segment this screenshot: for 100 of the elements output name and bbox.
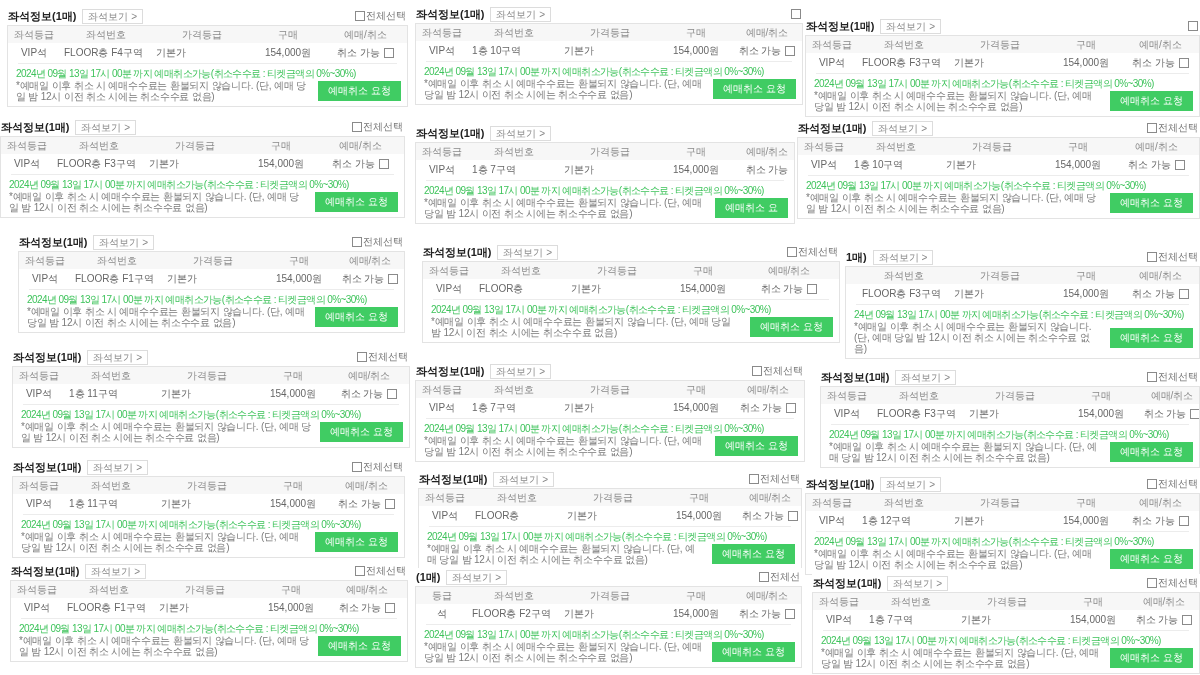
column-header: 가격등급 [174, 138, 216, 153]
cancel-request-button[interactable]: 예매취소 요청 [315, 532, 398, 552]
cancel-request-button[interactable]: 예매취소 요청 [318, 636, 401, 656]
seat-view-button[interactable]: 좌석보기 > [872, 249, 934, 265]
checkbox[interactable] [388, 274, 399, 284]
seat-view-button[interactable]: 좌석보기 > [880, 18, 942, 34]
table-cell-text: 1층 7구역 [868, 613, 914, 627]
checkbox[interactable] [352, 237, 362, 247]
table-cell-text: 기본가 [160, 497, 192, 511]
seat-view-button[interactable]: 좌석보기 > [497, 244, 559, 260]
cancel-request-button[interactable]: 예매취소 요 [715, 198, 788, 218]
cancel-request-button[interactable]: 예매취소 요청 [1110, 442, 1193, 462]
checkbox[interactable] [1178, 58, 1189, 68]
checkbox[interactable] [352, 462, 362, 472]
cancel-request-button[interactable]: 예매취소 요청 [318, 81, 401, 101]
checkbox[interactable] [1178, 289, 1189, 299]
seat-view-button[interactable]: 좌석보기 > [490, 363, 552, 379]
checkbox[interactable] [749, 474, 759, 484]
checkbox[interactable] [786, 403, 797, 413]
checkbox[interactable] [1147, 123, 1157, 133]
cancel-request-button[interactable]: 예매취소 요청 [750, 317, 833, 337]
table-cell: 취소 가능 [741, 509, 785, 523]
checkbox[interactable] [759, 572, 769, 582]
cancel-request-button[interactable]: 예매취소 요청 [1110, 648, 1193, 668]
checkbox[interactable] [807, 284, 818, 294]
seat-view-button[interactable]: 좌석보기 > [82, 8, 144, 24]
checkbox[interactable] [1174, 160, 1185, 170]
checkbox[interactable] [785, 609, 796, 619]
checkbox[interactable] [355, 11, 365, 21]
seat-view-button[interactable]: 좌석보기 > [87, 349, 149, 365]
seat-view-button[interactable]: 좌석보기 > [887, 575, 949, 591]
table-cell-text: FLOOR층 [478, 282, 525, 296]
table-cell: 취소 가능 [338, 497, 381, 511]
checkbox[interactable] [357, 352, 367, 362]
column-header: 예매/취소 [766, 263, 812, 278]
cancel-request-button[interactable]: 예매취소 요청 [1110, 549, 1193, 569]
seat-view-button[interactable]: 좌석보기 > [490, 125, 552, 141]
checkbox[interactable] [1190, 409, 1199, 419]
checkbox[interactable] [384, 499, 395, 509]
column-header: 구매 [1090, 388, 1112, 403]
seat-view-button[interactable]: 좌석보기 > [895, 369, 957, 385]
seat-view-button[interactable]: 좌석보기 > [87, 459, 149, 475]
refund-note: *예매일 이후 취소 시 예매수수료는 환불되지 않습니다. (단, 예매 당일 밤 12시 이전 취소 시에는 취소수수료 없음) [821, 647, 1100, 669]
table-cell-text: 기본가 [566, 509, 598, 523]
cancel-request-button[interactable]: 예매취소 요청 [1110, 193, 1193, 213]
table-cell-text: 기본가 [563, 401, 595, 415]
table-cell: 취소 가능 [1132, 56, 1175, 70]
cancel-request-button[interactable]: 예매취소 요청 [712, 642, 795, 662]
checkbox[interactable] [787, 247, 797, 257]
refund-note: *예매일 이후 취소 시 예매수수료는 환불되지 않습니다. (단, 예매 당일 밤 12시 이전 취소 시에는 취소수수료 없음) [829, 441, 1098, 463]
checkbox[interactable] [1147, 252, 1157, 262]
column-header: 좌석번호 [493, 25, 535, 40]
seat-view-button[interactable]: 좌석보기 > [93, 234, 155, 250]
seat-view-button[interactable]: 좌석보기 > [872, 120, 934, 136]
checkbox[interactable] [378, 159, 389, 169]
checkbox[interactable] [1178, 516, 1189, 526]
section-title: 좌석정보(1매) [798, 120, 867, 136]
checkbox[interactable] [355, 566, 365, 576]
checkbox[interactable] [785, 46, 796, 56]
column-header: 좌석등급 [421, 144, 463, 159]
column-header: 좌석등급 [803, 139, 845, 154]
checkbox[interactable] [752, 366, 762, 376]
checkbox[interactable] [352, 122, 362, 132]
checkbox[interactable] [788, 511, 799, 521]
cancel-request-button[interactable]: 예매취소 요청 [713, 79, 796, 99]
column-header: 좌석등급 [421, 25, 463, 40]
column-header: 가격등급 [971, 139, 1013, 154]
cancel-request-button[interactable]: 예매취소 요청 [715, 436, 798, 456]
table-cell-text: FLOOR층 F1구역 [66, 601, 147, 615]
seat-view-button[interactable]: 좌석보기 > [880, 476, 942, 492]
seat-view-button[interactable]: 좌석보기 > [85, 563, 147, 579]
refund-note: *예매일 이후 취소 시 예매수수료는 환불되지 않습니다. (단, 예매 당일 밤 12시 이전 취소 시에는 취소수수료 없음) [9, 191, 300, 213]
checkbox[interactable] [1182, 615, 1193, 625]
seat-view-button[interactable]: 좌석보기 > [490, 6, 552, 22]
cancel-request-button[interactable]: 예매취소 요청 [1110, 327, 1193, 348]
section-title: 좌석정보(1매) [419, 471, 488, 487]
cancel-request-button[interactable]: 예매취소 요청 [712, 544, 795, 564]
seat-view-button[interactable]: 좌석보기 > [446, 569, 508, 585]
table-cell-text: 154,000원 [1061, 287, 1111, 301]
column-header: 예매/취소 [338, 138, 383, 153]
column-header: 좌석등급 [6, 138, 48, 153]
table-cell: 취소 가능 [745, 163, 789, 177]
cancel-request-button[interactable]: 예매취소 요청 [315, 192, 398, 212]
cancel-request-button[interactable]: 예매취소 요청 [1110, 91, 1193, 111]
cancel-request-button[interactable]: 예매취소 요청 [315, 307, 398, 327]
checkbox[interactable] [385, 603, 396, 613]
cancel-request-button[interactable]: 예매취소 요청 [320, 422, 403, 442]
checkbox[interactable] [1147, 479, 1157, 489]
checkbox[interactable] [1147, 372, 1157, 382]
table-cell: 취소 가능 [341, 272, 385, 286]
checkbox[interactable] [1188, 21, 1198, 31]
checkbox[interactable] [387, 389, 398, 399]
checkbox[interactable] [383, 48, 394, 58]
seat-view-button[interactable]: 좌석보기 > [75, 119, 137, 135]
table-cell-text: 154,000원 [671, 401, 721, 415]
checkbox[interactable] [791, 9, 801, 19]
table-cell: 취소 가능 [738, 607, 782, 621]
seat-view-button[interactable]: 좌석보기 > [493, 471, 555, 487]
checkbox[interactable] [1147, 578, 1157, 588]
column-header: 예매/취소 [1138, 268, 1183, 283]
